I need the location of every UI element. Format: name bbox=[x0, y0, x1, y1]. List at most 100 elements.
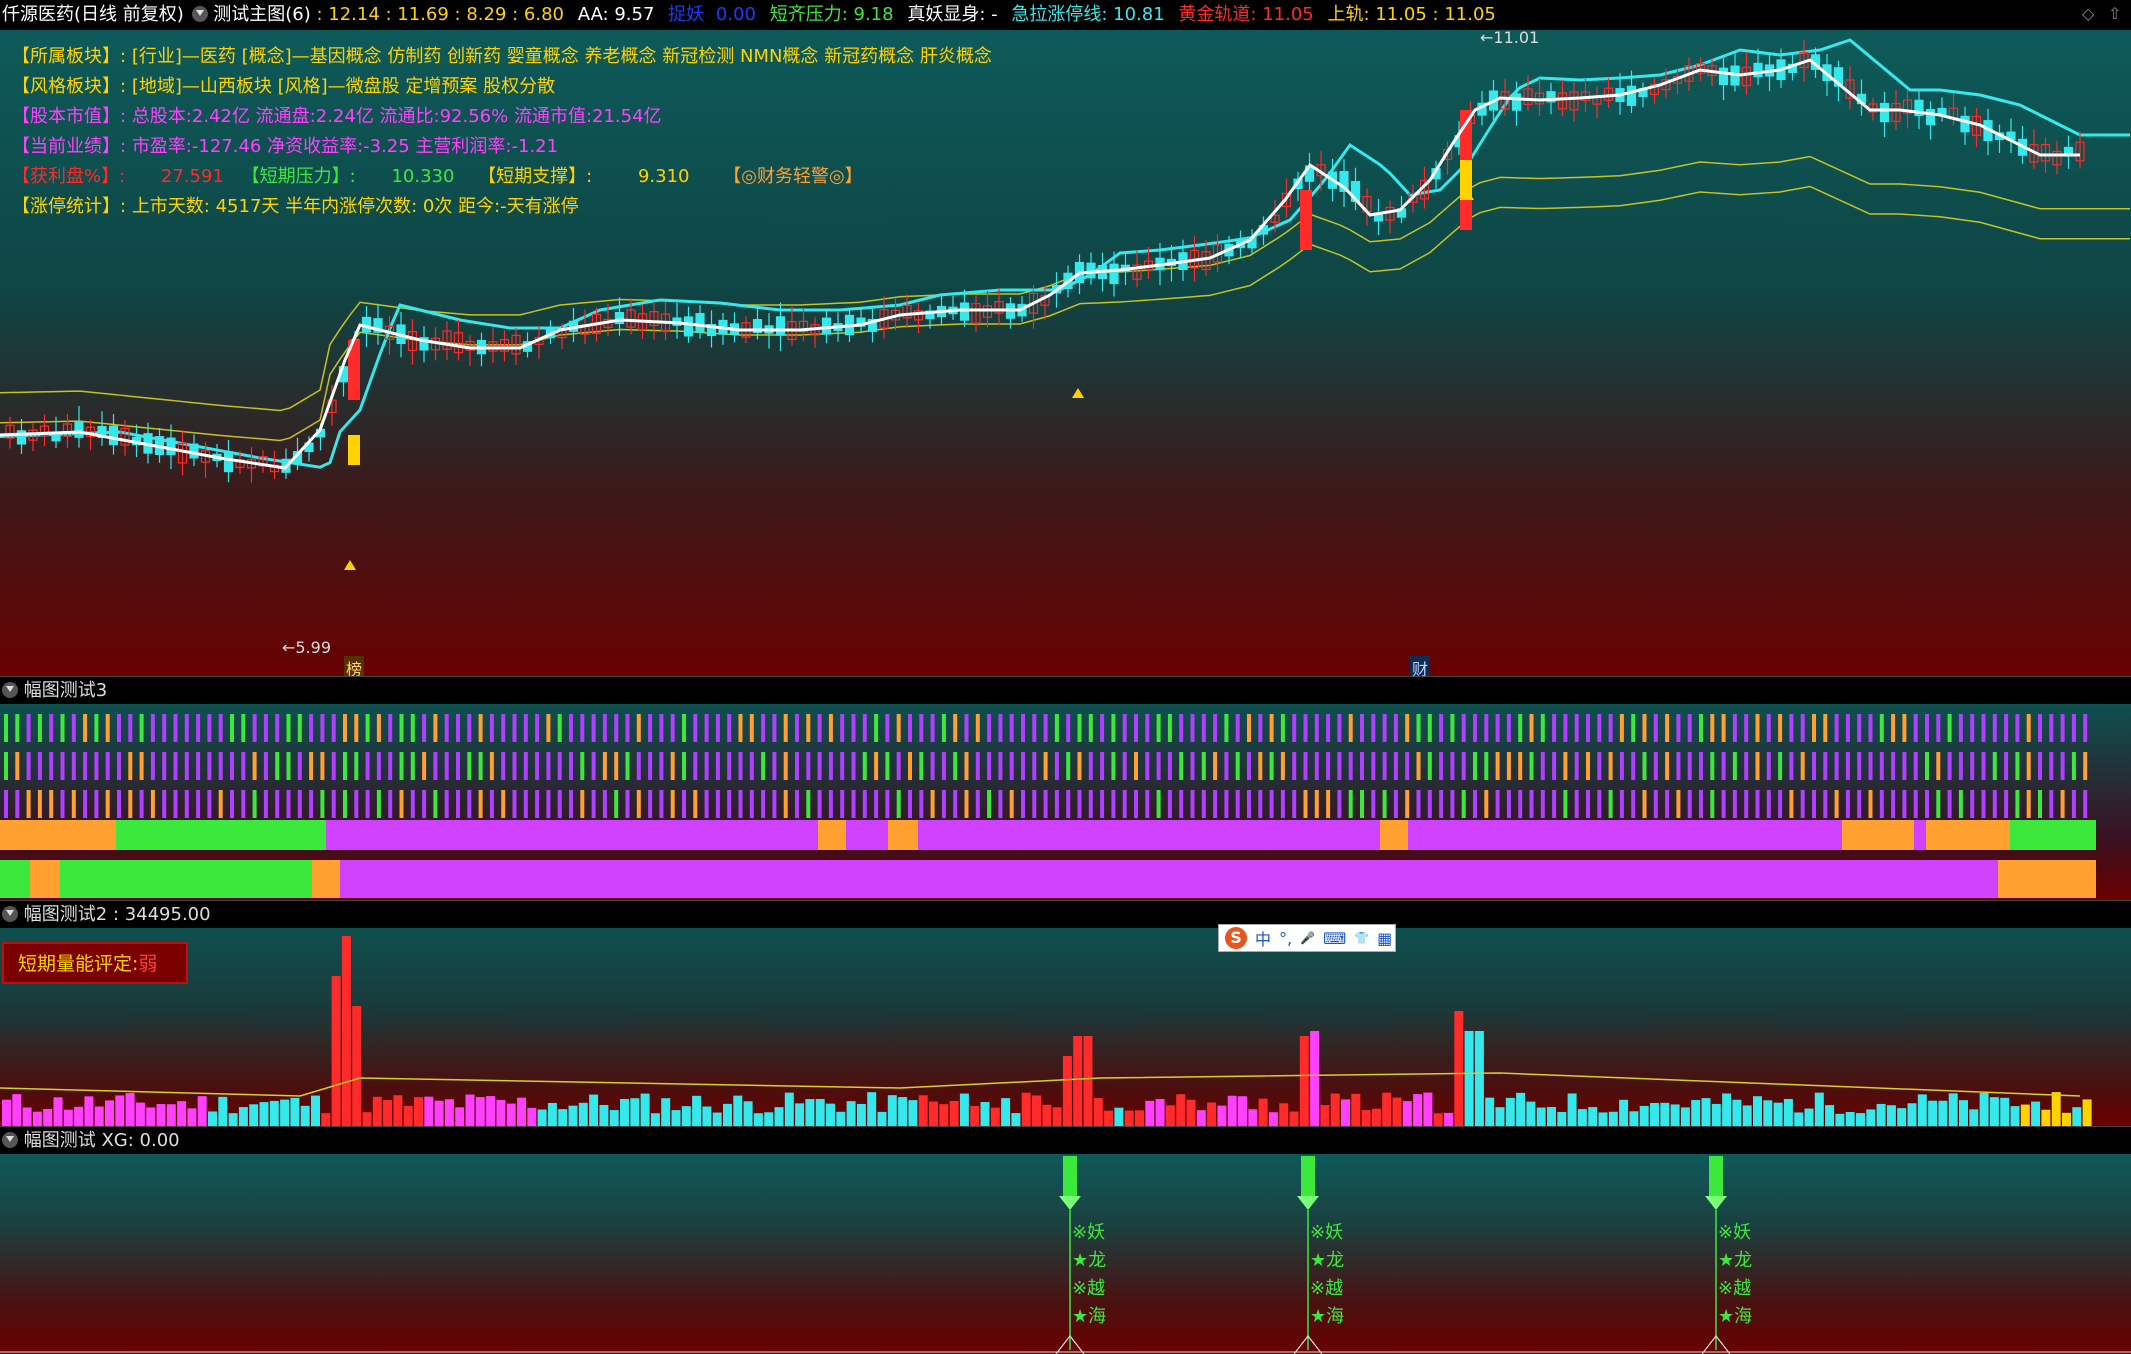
ime-mic-icon[interactable]: 🎤 bbox=[1300, 931, 1315, 945]
stripe-tick bbox=[1642, 752, 1647, 780]
stripe-tick bbox=[704, 790, 709, 818]
volume-bar bbox=[1165, 1105, 1175, 1126]
volume-bar bbox=[1413, 1094, 1423, 1126]
stripe-tick bbox=[1100, 714, 1105, 742]
diamond-icon[interactable]: ◇ bbox=[2082, 4, 2094, 23]
collapse-icon[interactable] bbox=[191, 6, 208, 22]
stripe-tick bbox=[1258, 790, 1263, 818]
stripe-tick bbox=[885, 714, 890, 742]
volume-bar bbox=[1547, 1107, 1556, 1126]
ime-keyboard-icon[interactable]: ⌨ bbox=[1323, 929, 1346, 948]
volume-bar bbox=[1207, 1102, 1217, 1126]
stripe-tick bbox=[2071, 714, 2076, 742]
volume-bar bbox=[1485, 1097, 1495, 1126]
stripe-tick bbox=[1552, 790, 1557, 818]
stripe-tick bbox=[1744, 752, 1749, 780]
volume-bar bbox=[177, 1101, 187, 1126]
stripe-tick bbox=[309, 790, 314, 818]
band-segment bbox=[1914, 820, 1926, 850]
stripe-tick bbox=[1303, 714, 1308, 742]
collapse-icon[interactable] bbox=[2, 906, 18, 922]
collapse-icon[interactable] bbox=[2, 682, 18, 698]
stripe-tick bbox=[1540, 714, 1545, 742]
band-upper-1 bbox=[0, 185, 2130, 442]
stripe-tick bbox=[1201, 790, 1206, 818]
volume-bar bbox=[1536, 1107, 1546, 1126]
stripe-tick bbox=[1586, 790, 1590, 818]
stripe-tick bbox=[286, 714, 291, 742]
volume-bar bbox=[32, 1111, 42, 1126]
stripe-tick bbox=[456, 752, 460, 780]
stripe-tick bbox=[772, 790, 777, 818]
stripe-tick bbox=[1529, 752, 1534, 780]
stripe-tick bbox=[117, 790, 121, 818]
stripe-tick bbox=[2038, 714, 2042, 742]
signal-canvas: ※妖 ★龙 ※越 ★海 ※妖 ★龙 ※越 ★海 ※妖 ★龙 ※越 ★海 bbox=[0, 1156, 2131, 1354]
volume-bar bbox=[970, 1105, 980, 1126]
ime-mode-zh[interactable]: 中 bbox=[1255, 926, 1271, 950]
volume-bar bbox=[1773, 1102, 1783, 1126]
stripe-tick bbox=[975, 714, 980, 742]
stripe-tick bbox=[1054, 790, 1059, 818]
ime-toolbox-icon[interactable]: ▦ bbox=[1377, 929, 1392, 948]
stripe-tick bbox=[1382, 714, 1387, 742]
stripe-tick bbox=[1597, 752, 1602, 780]
stripe-tick bbox=[433, 752, 438, 780]
stripe-tick bbox=[1439, 714, 1444, 742]
band-segment bbox=[1926, 820, 2010, 850]
volume-bar bbox=[1516, 1092, 1526, 1126]
stripe-tick bbox=[1789, 714, 1794, 742]
candle-body bbox=[1626, 85, 1637, 106]
stripe-tick bbox=[2049, 790, 2054, 818]
stripe-tick bbox=[184, 790, 189, 818]
up-arrow-icon[interactable]: ⇧ bbox=[2108, 4, 2121, 23]
volume-bar bbox=[1856, 1113, 1865, 1126]
volume-bar bbox=[1639, 1105, 1649, 1126]
stripe-tick bbox=[704, 714, 709, 742]
stripe-tick bbox=[444, 790, 449, 818]
ime-toolbar[interactable]: S 中 °, 🎤 ⌨ 👕 ▦ bbox=[1218, 924, 1396, 952]
volume-bar bbox=[300, 1105, 310, 1126]
stripe-tick bbox=[117, 752, 121, 780]
stripe-tick bbox=[433, 790, 438, 818]
stripe-tick bbox=[1925, 790, 1929, 818]
stock-title[interactable]: 仟源医药(日线 前复权) bbox=[0, 4, 184, 25]
volume-bar bbox=[568, 1105, 578, 1126]
band-segment bbox=[116, 820, 326, 850]
stripe-tick bbox=[535, 790, 540, 818]
profit-row: 【获利盘%】: 27.591 【短期压力】: 10.330 【短期支撑】: 9.… bbox=[12, 166, 863, 187]
pane2 bbox=[0, 704, 2131, 900]
stripe-tick bbox=[941, 714, 946, 742]
ime-skin-icon[interactable]: 👕 bbox=[1354, 931, 1369, 945]
stripe-tick bbox=[659, 714, 664, 742]
stripe-tick bbox=[1766, 752, 1771, 780]
stripe-tick bbox=[1292, 714, 1297, 742]
stripe-tick bbox=[150, 752, 155, 780]
ime-punct-icon[interactable]: °, bbox=[1279, 929, 1292, 948]
stripe-tick bbox=[1958, 714, 1963, 742]
band-segment bbox=[918, 820, 1380, 850]
sogou-logo-icon[interactable]: S bbox=[1225, 927, 1247, 949]
stripe-tick bbox=[83, 714, 88, 742]
stripe-tick bbox=[297, 714, 302, 742]
stripe-tick bbox=[1586, 752, 1590, 780]
stripe-tick bbox=[693, 752, 698, 780]
stripe-tick bbox=[874, 714, 879, 742]
stripe-tick bbox=[636, 714, 641, 742]
indicator-name[interactable]: 测试主图(6) bbox=[213, 4, 311, 25]
stripe-tick bbox=[410, 790, 415, 818]
stripe-tick bbox=[117, 714, 121, 742]
upper-value: 11.05 : 11.05 bbox=[1375, 4, 1496, 25]
stripe-tick bbox=[1586, 714, 1590, 742]
collapse-icon[interactable] bbox=[2, 1132, 18, 1148]
stripe-tick bbox=[139, 790, 144, 818]
volume-bar bbox=[249, 1104, 259, 1126]
stripe-tick bbox=[806, 790, 811, 818]
band-segment bbox=[846, 820, 888, 850]
stripe-tick bbox=[1857, 790, 1862, 818]
stripe-tick bbox=[1608, 790, 1613, 818]
stripe-tick bbox=[150, 714, 155, 742]
stripe-tick bbox=[1179, 790, 1184, 818]
volume-bar bbox=[784, 1092, 794, 1126]
stripe-tick bbox=[196, 790, 201, 818]
